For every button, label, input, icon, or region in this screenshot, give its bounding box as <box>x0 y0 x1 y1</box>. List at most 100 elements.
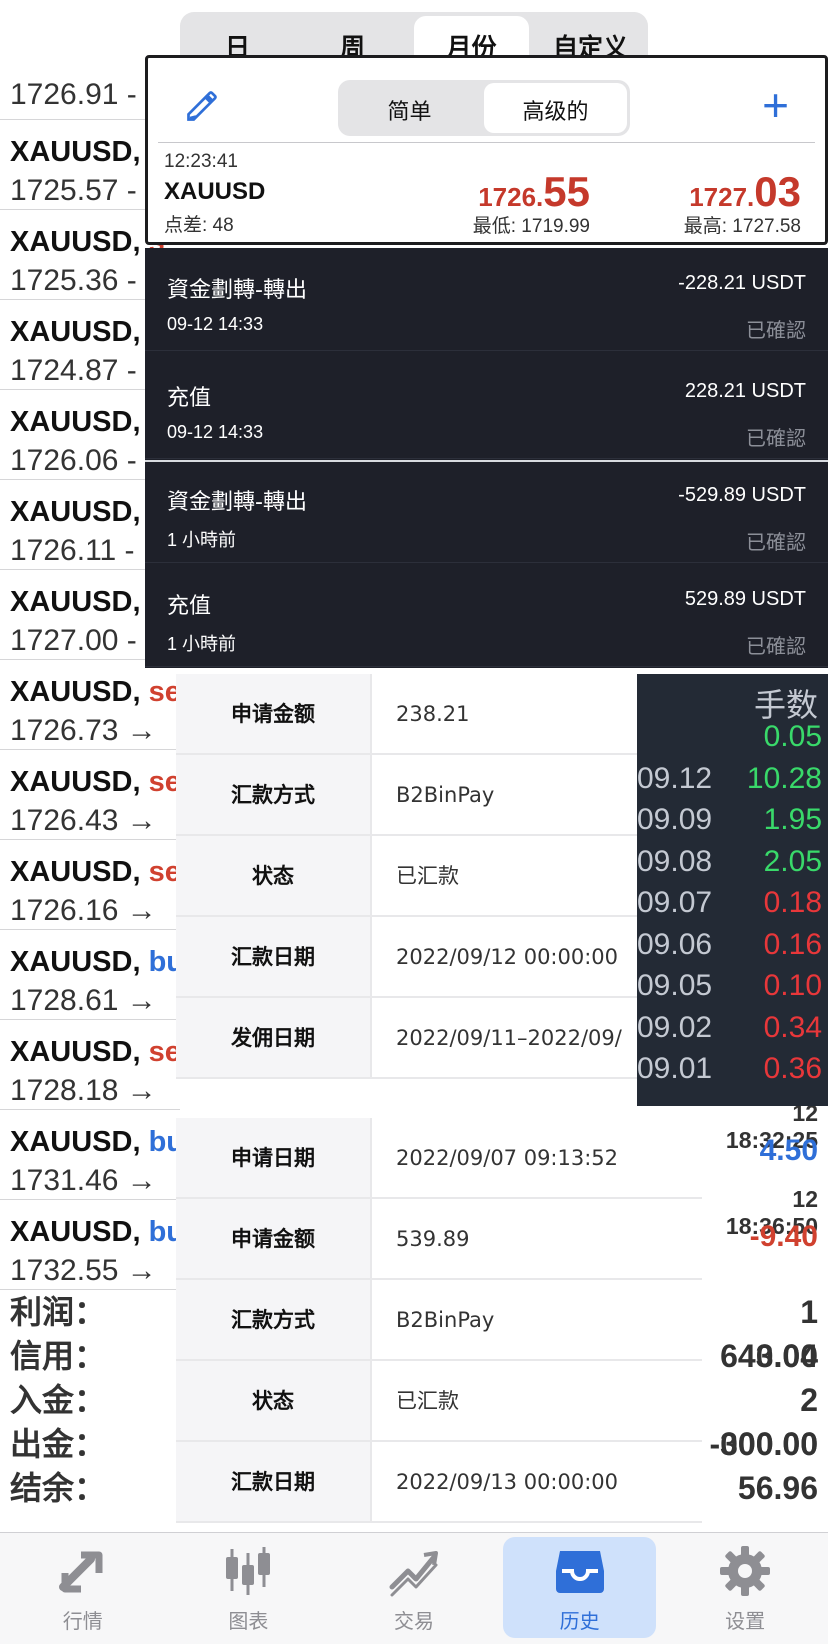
history-price: 1727.00 - <box>10 624 137 657</box>
history-symbol: XAUUSD, buy <box>10 1126 201 1158</box>
history-row[interactable]: XAUUSD, sell 1728.18 → <box>0 1020 197 1110</box>
transfer-date: 1 小時前 <box>167 530 237 550</box>
quotes-arrows-icon <box>58 1551 103 1593</box>
history-row[interactable]: XAUUSD, buy 1732.55 → <box>0 1200 200 1290</box>
add-symbol-icon[interactable]: + <box>762 82 789 128</box>
detail-value: B2BinPay <box>396 1308 495 1332</box>
transfer-status: 已確認 <box>746 318 806 342</box>
lots-value: 2.05 <box>763 844 822 878</box>
transfer-row[interactable]: 充值 529.89 USDT 1 小時前 已確認 <box>145 564 828 667</box>
summary-label-withdrawal: 出金： <box>10 1425 107 1463</box>
tab-quotes[interactable]: 行情 <box>0 1533 166 1644</box>
detail-row: 申请金额 539.89 <box>176 1199 702 1280</box>
detail-key: 状态 <box>176 1361 372 1440</box>
history-price: 1726.43 → <box>10 804 157 837</box>
summary-value-withdrawal: -300.00 <box>709 1426 818 1462</box>
history-symbol: XAUUSD, b <box>10 136 166 169</box>
history-symbol: XAUUSD, b <box>10 586 166 619</box>
mode-simple-tab[interactable]: 简单 <box>338 80 481 136</box>
detail-row: 状态 已汇款 <box>176 836 638 917</box>
quote-symbol[interactable]: XAUUSD <box>164 178 265 206</box>
lots-date: 09.09 <box>637 803 713 836</box>
summary-value-credit: 0.00 <box>755 1338 818 1374</box>
transfer-title: 充值 <box>167 386 212 411</box>
detail-key: 发佣日期 <box>176 998 372 1077</box>
candlestick-chart-icon <box>226 1547 271 1595</box>
history-symbol: XAUUSD, buy <box>10 946 201 978</box>
transfer-title: 充值 <box>167 594 212 619</box>
history-price: 1724.87 - <box>10 354 137 387</box>
lots-row: 09.01 0.36 <box>637 1052 828 1095</box>
bid-price[interactable]: 1726.55 <box>478 168 590 216</box>
withdrawal-detail-table-2: 申请日期 2022/09/07 09:13:52 申请金额 539.89 汇款方式 B2B… <box>176 1118 702 1523</box>
detail-row: 状态 已汇款 <box>176 1361 702 1442</box>
transfer-amount: -529.89 USDT <box>678 484 806 506</box>
history-summary-labels: 利润： 信用： 入金： 出金： 结余： <box>0 1290 180 1510</box>
ask-price[interactable]: 1727.03 <box>689 168 801 216</box>
detail-row: 申请金额 238.21 <box>176 674 638 755</box>
history-symbol: XAUUSD, sell <box>10 676 197 708</box>
detail-key: 汇款方式 <box>176 1280 372 1359</box>
history-price: 1725.36 - <box>10 264 137 297</box>
quote-mode-toggle: 简单 高级的 <box>338 80 630 136</box>
pencil-edit-icon[interactable] <box>184 88 220 124</box>
tab-history-label: 历史 <box>559 1609 600 1633</box>
history-symbol: XAUUSD, b <box>10 406 166 439</box>
lots-row: 09.02 0.34 <box>637 1011 828 1054</box>
lots-value: 0.34 <box>763 1010 822 1044</box>
detail-value: 238.21 <box>396 702 470 726</box>
detail-row: 汇款日期 2022/09/12 00:00:00 <box>176 917 638 998</box>
mode-advanced-tab[interactable]: 高级的 <box>484 83 627 133</box>
history-price: 1726.11 - <box>10 534 135 567</box>
lots-value: 0.18 <box>763 886 822 919</box>
history-symbol: XAUUSD, s <box>10 316 165 349</box>
lots-date: 09.01 <box>637 1052 713 1085</box>
summary-value-profit: 1 643.04 <box>720 1294 818 1374</box>
history-price: 1726.06 - <box>10 444 137 477</box>
bottom-tab-bar: 行情 图表 交易 历史 设置 <box>0 1532 828 1644</box>
inbox-history-icon <box>555 1551 604 1593</box>
lots-date: 09.08 <box>637 844 713 878</box>
detail-value: 2022/09/13 00:00:00 <box>396 1470 619 1494</box>
lots-row: 09.07 0.18 <box>637 886 828 929</box>
divider <box>158 142 815 143</box>
transfer-row[interactable]: 充值 228.21 USDT 09-12 14:33 已確認 <box>145 356 828 459</box>
history-price: 1731.46 → <box>10 1164 157 1197</box>
history-row[interactable]: XAUUSD, buy 1728.61 → <box>0 930 200 1020</box>
summary-label-credit: 信用： <box>10 1337 107 1375</box>
history-symbol: XAUUSD, sell <box>10 766 197 798</box>
trade-trend-icon <box>389 1551 438 1597</box>
tab-history[interactable]: 历史 <box>497 1533 663 1644</box>
history-price: 1732.55 → <box>10 1254 157 1287</box>
lots-value: 1.95 <box>763 803 822 836</box>
history-row[interactable]: XAUUSD, sell 1726.43 → <box>0 750 197 840</box>
tab-chart[interactable]: 图表 <box>166 1533 332 1644</box>
transfer-amount: -228.21 USDT <box>678 272 806 294</box>
lots-date: 09.05 <box>637 969 713 1002</box>
lots-row: 09.06 0.16 <box>637 928 828 971</box>
quote-time: 12:23:41 <box>164 151 238 172</box>
lots-date: 09.07 <box>637 886 713 919</box>
quote-low: 最低: 1719.99 <box>472 216 590 237</box>
lots-row: 0.05 <box>637 720 828 763</box>
transfer-amount: 228.21 USDT <box>684 380 806 402</box>
tab-trade[interactable]: 交易 <box>331 1533 497 1644</box>
history-row[interactable]: XAUUSD, sell 1726.73 → <box>0 660 197 750</box>
history-entry-pnl: 4.50 <box>759 1134 818 1167</box>
tab-quotes-label: 行情 <box>62 1609 103 1633</box>
detail-row: 发佣日期 2022/09/11–2022/09/ <box>176 998 638 1079</box>
detail-row: 汇款方式 B2BinPay <box>176 1280 702 1361</box>
transfer-row[interactable]: 資金劃轉-轉出 -529.89 USDT 1 小時前 已確認 <box>145 460 828 563</box>
history-row[interactable]: XAUUSD, buy 1731.46 → <box>0 1110 200 1200</box>
transfer-status: 已確認 <box>746 530 806 554</box>
history-row[interactable]: XAUUSD, sell 1726.16 → <box>0 840 197 930</box>
transfer-title: 資金劃轉-轉出 <box>167 490 307 515</box>
quote-panel: 简单 高级的 + 12:23:41 XAUUSD 点差: 48 1726.55 … <box>145 55 828 245</box>
transfer-records-panel: 資金劃轉-轉出 -228.21 USDT 09-12 14:33 已確認 充值 … <box>145 248 828 668</box>
transfer-row[interactable]: 資金劃轉-轉出 -228.21 USDT 09-12 14:33 已確認 <box>145 248 828 351</box>
tab-settings[interactable]: 设置 <box>662 1533 828 1644</box>
tab-chart-label: 图表 <box>228 1609 269 1633</box>
detail-key: 汇款日期 <box>176 1442 372 1521</box>
transfer-amount: 529.89 USDT <box>684 588 806 610</box>
quote-high: 最高: 1727.58 <box>683 216 801 237</box>
